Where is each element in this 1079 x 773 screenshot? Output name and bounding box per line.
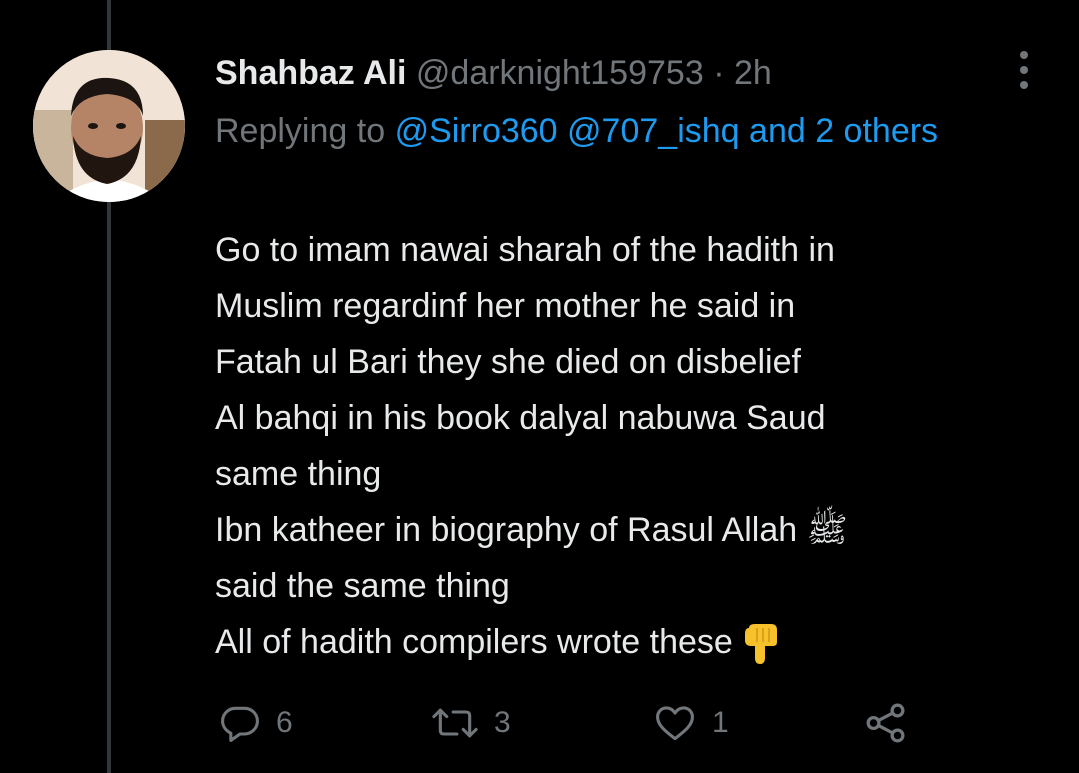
mention-link[interactable]: @Sirro360 [395,112,558,150]
tweet-text: All of hadith compilers wrote these [215,623,733,661]
more-options-icon[interactable] [1012,51,1036,91]
author-handle[interactable]: @darknight159753 [416,54,704,92]
retweet-icon [432,708,478,738]
replying-prefix: Replying to [215,112,386,150]
tweet-text-line: said the same thing [215,567,510,605]
share-button[interactable] [862,695,910,751]
avatar[interactable] [33,50,185,202]
retweet-button[interactable]: 3 [430,695,511,751]
like-button[interactable]: 1 [652,695,729,751]
mention-link[interactable]: @707_ishq [567,112,740,150]
heart-icon [656,706,694,741]
avatar-image [33,50,185,202]
reply-count: 6 [276,706,293,739]
replying-to: Replying to @Sirro360 @707_ishq and 2 ot… [215,102,1015,160]
tweet-text-line: same thing [215,455,382,493]
tweet-actions: 6 3 1 [0,695,1079,751]
retweet-count: 3 [494,706,511,739]
tweet-body: Go to imam nawai sharah of the hadith in… [215,222,1035,670]
like-count: 1 [712,706,729,739]
tweet-text-line: Al bahqi in his book dalyal nabuwa Saud [215,399,826,437]
tweet-header: Shahbaz Ali @darknight159753 · 2h [215,48,772,98]
author-name[interactable]: Shahbaz Ali [215,54,406,92]
reply-icon [221,706,259,742]
share-icon [866,703,905,743]
reply-button[interactable]: 6 [218,695,293,751]
separator-dot: · [713,54,725,92]
tweet-text-line: Fatah ul Bari they she died on disbelief [215,343,801,381]
tweet-text-line-last: All of hadith compilers wrote these [215,614,1035,670]
tweet-text-line: Go to imam nawai sharah of the hadith in [215,231,835,269]
timestamp[interactable]: 2h [734,54,772,92]
pointing-down-icon [744,624,777,665]
tweet-text-line: Muslim regardinf her mother he said in [215,287,796,325]
tweet-text-line: Ibn katheer in biography of Rasul Allah … [215,511,848,549]
others-link[interactable]: and 2 others [749,112,938,150]
